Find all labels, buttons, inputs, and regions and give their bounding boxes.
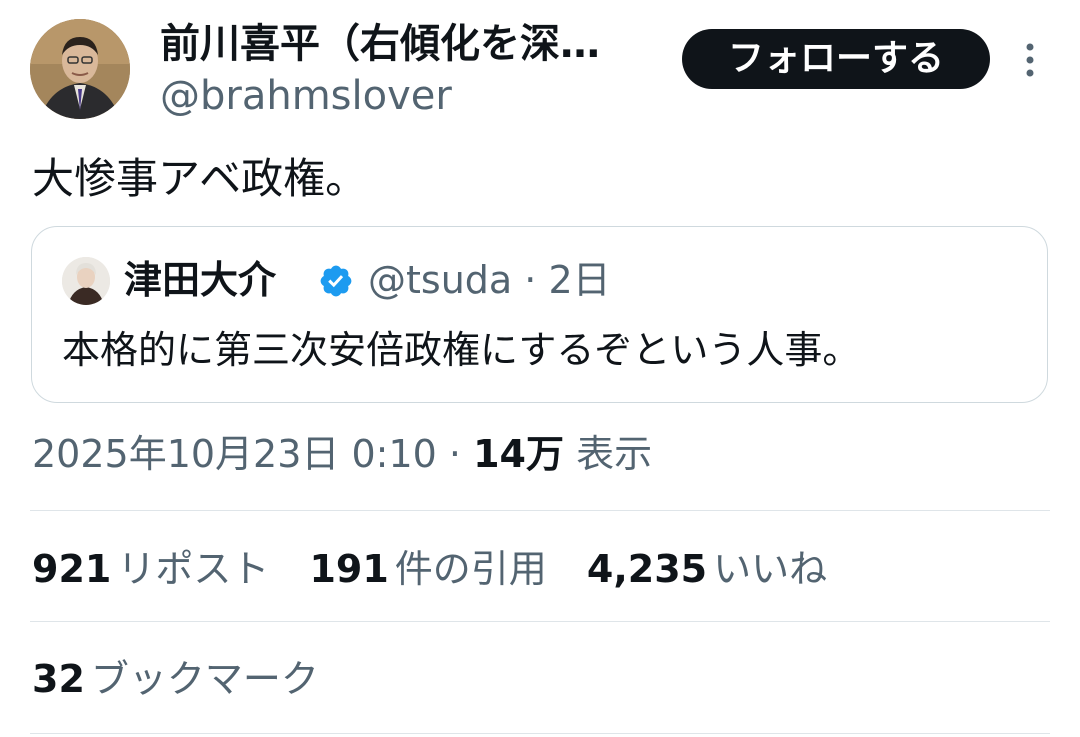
author-avatar-image <box>30 19 130 119</box>
stat-count: 4,235 <box>586 547 708 591</box>
stat-quotes[interactable]: 191 件の引用 <box>309 543 546 595</box>
views-count: 14万 <box>473 432 564 476</box>
quoted-author-avatar-image <box>62 257 110 305</box>
stat-count: 32 <box>32 657 85 701</box>
stat-count: 191 <box>309 547 389 591</box>
meta-separator: · <box>512 258 549 302</box>
tweet-text: 大惨事アベ政権。 <box>32 154 368 203</box>
verified-badge-icon <box>318 263 354 299</box>
stat-label: 件の引用 <box>394 547 547 591</box>
tweet-meta: 2025年10月23日 0:10 · 14万 表示 <box>32 428 652 480</box>
quoted-tweet-card[interactable]: 津田大介 @tsuda · 2日 本格的に第三次安倍政権にするぞという人事。 <box>31 226 1048 403</box>
divider <box>30 621 1050 622</box>
follow-button[interactable]: フォローする <box>682 29 990 89</box>
quoted-tweet-meta[interactable]: @tsuda · 2日 <box>368 255 611 305</box>
stat-label: ブックマーク <box>90 657 319 701</box>
stat-count: 921 <box>32 547 112 591</box>
author-handle[interactable]: @brahmslover <box>160 72 452 120</box>
divider <box>30 510 1050 511</box>
stat-reposts[interactable]: 921 リポスト <box>32 543 269 595</box>
stat-likes[interactable]: 4,235 いいね <box>587 543 827 595</box>
engagement-stats: 921 リポスト 191 件の引用 4,235 いいね <box>32 543 855 595</box>
more-vertical-icon[interactable] <box>1018 40 1042 80</box>
quoted-author-avatar[interactable] <box>62 257 110 305</box>
meta-separator: · <box>436 432 474 476</box>
quoted-tweet-text: 本格的に第三次安倍政権にするぞという人事。 <box>62 328 861 372</box>
quoted-tweet-time: 2日 <box>548 258 611 302</box>
stat-label: いいね <box>713 547 828 591</box>
tweet-timestamp[interactable]: 2025年10月23日 0:10 <box>32 432 437 476</box>
stat-bookmarks[interactable]: 32 ブックマーク <box>32 653 319 705</box>
bookmarks-stat: 32 ブックマーク <box>32 653 347 705</box>
author-name[interactable]: 前川喜平（右傾化を深… <box>160 20 660 68</box>
stat-label: リポスト <box>117 547 270 591</box>
divider <box>30 733 1050 734</box>
views-label: 表示 <box>576 432 653 476</box>
author-avatar[interactable] <box>30 19 130 119</box>
quoted-author-handle: @tsuda <box>368 258 513 302</box>
quoted-author-name[interactable]: 津田大介 <box>124 255 276 305</box>
